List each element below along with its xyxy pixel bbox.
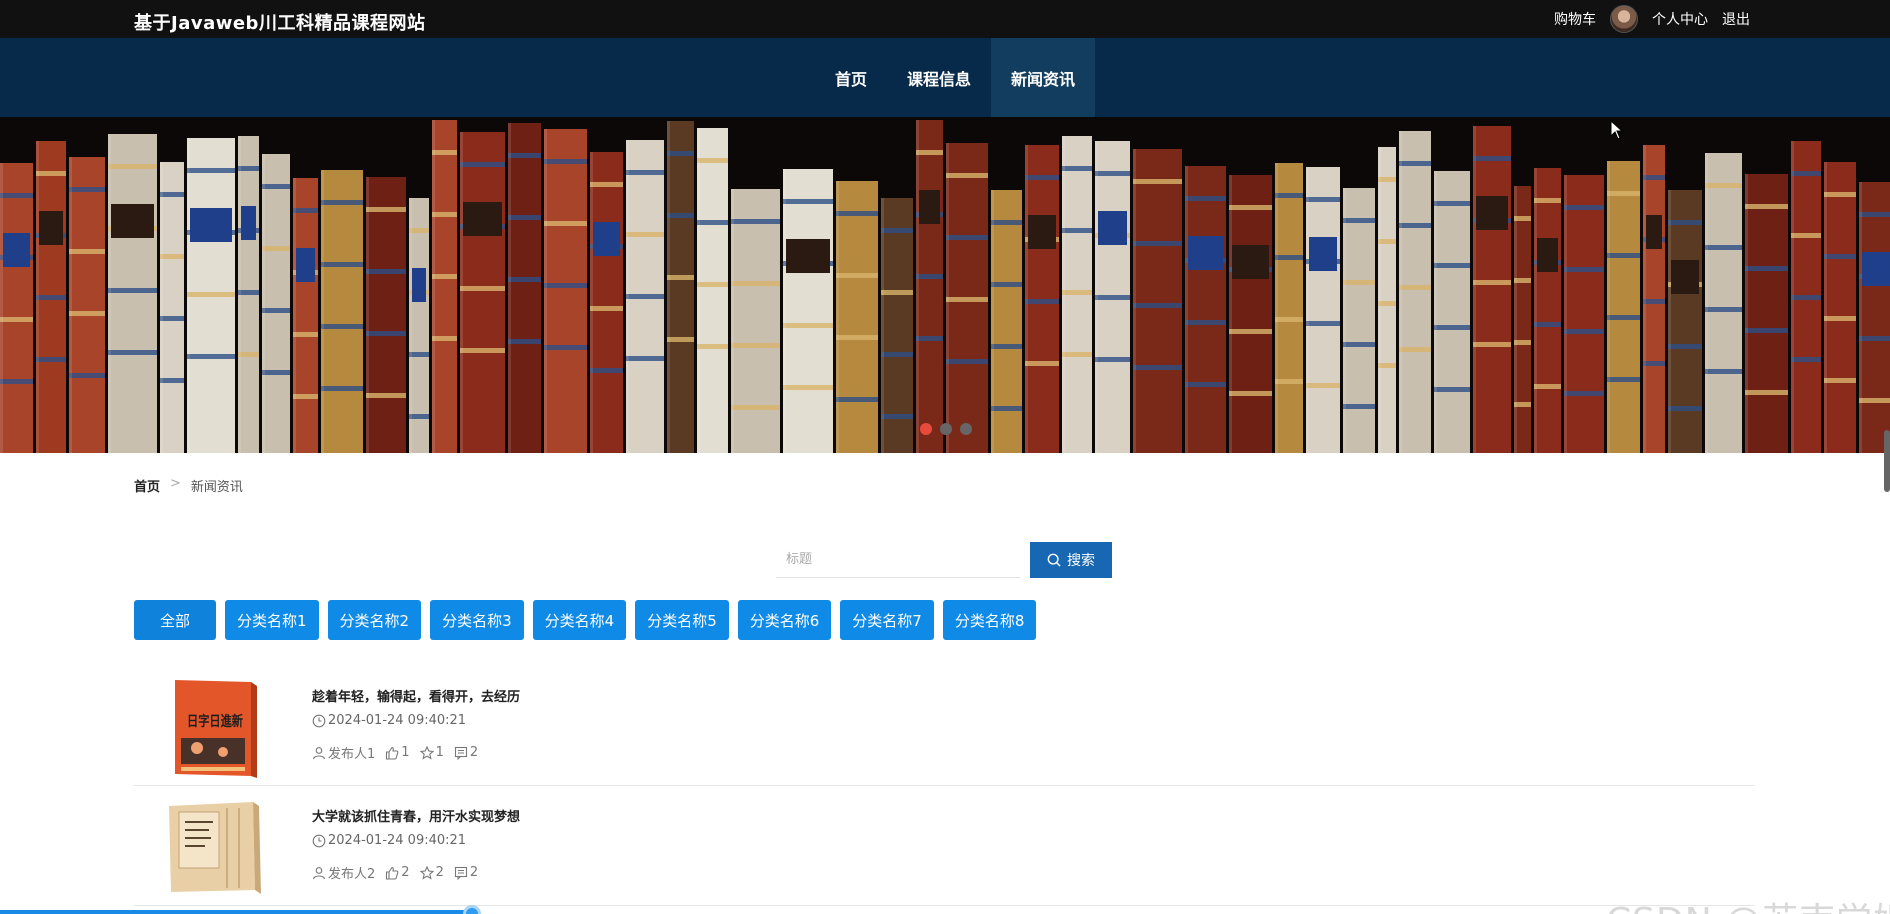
category-3[interactable]: 分类名称3 [430, 600, 524, 640]
favorites-count: 2 [435, 865, 444, 880]
banner-carousel[interactable] [0, 117, 1890, 453]
publisher: 发布人2 [312, 863, 375, 882]
category-2[interactable]: 分类名称2 [327, 600, 422, 640]
favorites: 2 [419, 863, 444, 882]
site-title[interactable]: 基于Javaweb川工科精品课程网站 [134, 9, 425, 35]
news-cover-image [169, 802, 261, 894]
cover-title: 日字日進新 [187, 713, 243, 730]
likes: 1 [385, 743, 410, 762]
star-icon [419, 865, 434, 880]
likes: 2 [385, 863, 410, 882]
category-5[interactable]: 分类名称5 [635, 600, 729, 640]
thumbs-up-icon [386, 746, 399, 760]
nav-item-news[interactable]: 新闻资讯 [991, 38, 1096, 117]
loading-progress-bar [0, 910, 472, 914]
user-icon [312, 746, 326, 759]
favorites: 1 [419, 743, 444, 762]
category-6[interactable]: 分类名称6 [737, 600, 832, 640]
news-meta: 发布人2 2 2 2 [312, 863, 478, 882]
category-8[interactable]: 分类名称8 [942, 600, 1037, 640]
category-7[interactable]: 分类名称7 [840, 600, 934, 640]
search-button[interactable]: 搜索 [1030, 542, 1112, 578]
nav-item-course-info[interactable]: 课程信息 [887, 38, 991, 117]
carousel-dot-1[interactable] [920, 423, 932, 435]
cart-link[interactable]: 购物车 [1554, 9, 1596, 29]
news-meta: 发布人1 1 1 2 [312, 743, 478, 762]
news-title[interactable]: 大学就该抓住青春，用汗水实现梦想 [312, 806, 520, 825]
publisher: 发布人1 [312, 743, 375, 762]
top-right-links: 购物车 个人中心 退出 [1554, 0, 1750, 38]
search-button-label: 搜索 [1067, 553, 1095, 569]
comments-count: 2 [469, 865, 479, 880]
mouse-cursor-icon [1610, 120, 1624, 140]
watermark: CSDN @苏南学姐 [1606, 892, 1890, 914]
user-icon [312, 866, 326, 879]
clock-icon [312, 714, 326, 727]
search-input[interactable] [776, 542, 1020, 578]
breadcrumb: 首页 > 新闻资讯 [134, 476, 243, 495]
avatar[interactable] [1610, 5, 1638, 33]
carousel-dot-3[interactable] [960, 423, 972, 435]
publisher-name: 发布人2 [328, 867, 376, 882]
carousel-dot-2[interactable] [940, 423, 952, 435]
comments-count: 2 [469, 745, 479, 760]
user-center-link[interactable]: 个人中心 [1652, 9, 1708, 29]
likes-count: 1 [401, 745, 410, 760]
news-item[interactable]: 日字日進新 趁着年轻，输得起，看得开，去经历 2024-01-24 09:40:… [134, 666, 1754, 786]
banner-image [0, 120, 1890, 453]
progress-handle[interactable] [463, 905, 481, 914]
category-1[interactable]: 分类名称1 [225, 600, 319, 640]
main-nav: 首页 课程信息 新闻资讯 [0, 38, 1890, 117]
page-scrollbar[interactable] [1884, 430, 1890, 492]
comment-icon [454, 746, 467, 760]
news-list: 日字日進新 趁着年轻，输得起，看得开，去经历 2024-01-24 09:40:… [134, 666, 1754, 906]
breadcrumb-home[interactable]: 首页 [134, 476, 160, 495]
news-cover-image: 日字日進新 [175, 680, 257, 778]
logout-link[interactable]: 退出 [1722, 9, 1750, 29]
breadcrumb-separator: > [170, 476, 181, 491]
star-icon [419, 745, 434, 760]
search-icon [1047, 553, 1061, 567]
category-filter: 全部 分类名称1 分类名称2 分类名称3 分类名称4 分类名称5 分类名称6 分… [134, 600, 1037, 640]
category-4[interactable]: 分类名称4 [532, 600, 627, 640]
comment-icon [454, 866, 467, 880]
news-time: 2024-01-24 09:40:21 [312, 713, 466, 728]
comments: 2 [454, 743, 478, 762]
category-all[interactable]: 全部 [134, 600, 216, 640]
carousel-dots [920, 423, 972, 435]
nav-items: 首页 课程信息 新闻资讯 [815, 38, 1096, 117]
search-bar: 搜索 [776, 542, 1112, 578]
breadcrumb-current: 新闻资讯 [190, 480, 243, 495]
publisher-name: 发布人1 [328, 747, 376, 762]
top-bar: 基于Javaweb川工科精品课程网站 购物车 个人中心 退出 [0, 0, 1890, 38]
news-time: 2024-01-24 09:40:21 [312, 833, 466, 848]
news-time-text: 2024-01-24 09:40:21 [328, 713, 467, 728]
news-item[interactable]: 大学就该抓住青春，用汗水实现梦想 2024-01-24 09:40:21 发布人… [134, 786, 1754, 906]
news-time-text: 2024-01-24 09:40:21 [328, 833, 467, 848]
favorites-count: 1 [435, 745, 444, 760]
news-title[interactable]: 趁着年轻，输得起，看得开，去经历 [312, 686, 520, 705]
thumbs-up-icon [386, 866, 399, 880]
nav-item-home[interactable]: 首页 [815, 38, 887, 117]
clock-icon [312, 834, 326, 847]
comments: 2 [454, 863, 478, 882]
likes-count: 2 [401, 865, 410, 880]
